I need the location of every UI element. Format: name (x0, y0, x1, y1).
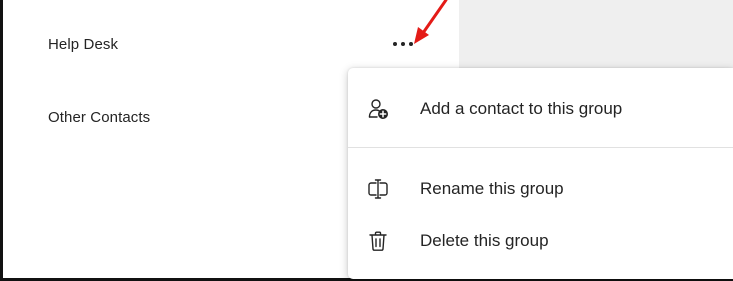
trash-icon (369, 231, 387, 251)
menu-item-label: Add a contact to this group (420, 99, 623, 118)
group-context-menu: Add a contact to this group Rename this … (348, 68, 733, 279)
contact-group-help-desk[interactable]: Help Desk (48, 36, 118, 53)
menu-item-add-contact[interactable]: Add a contact to this group (348, 89, 733, 129)
more-horizontal-icon (393, 42, 413, 46)
menu-item-delete-group[interactable]: Delete this group (348, 221, 733, 261)
menu-item-label: Delete this group (420, 231, 549, 250)
rename-icon (368, 179, 388, 199)
add-person-icon (368, 99, 388, 119)
menu-item-label: Rename this group (420, 179, 564, 198)
menu-item-rename-group[interactable]: Rename this group (348, 169, 733, 209)
more-options-button[interactable] (386, 31, 420, 57)
menu-divider (348, 147, 733, 148)
contact-group-other-contacts[interactable]: Other Contacts (48, 109, 150, 126)
